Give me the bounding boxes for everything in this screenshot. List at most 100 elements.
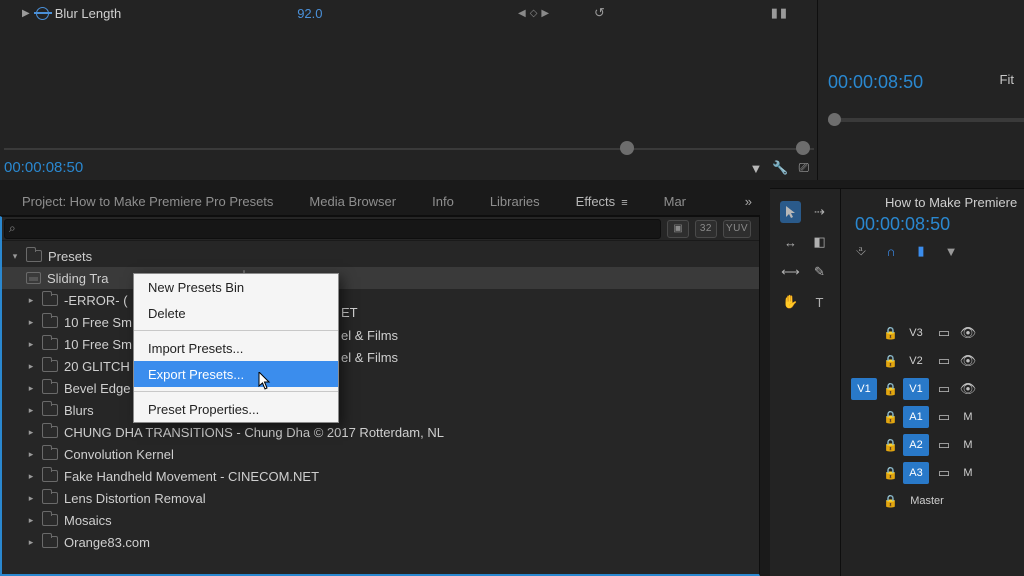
track-a2[interactable]: 🔒A2▭M: [841, 431, 1024, 459]
toggle-output-icon[interactable]: ▭: [935, 381, 953, 397]
tab-project[interactable]: Project: How to Make Premiere Pro Preset…: [4, 188, 291, 216]
insert-mode-icon[interactable]: ⎀: [853, 243, 869, 259]
tab-libraries[interactable]: Libraries: [472, 188, 558, 216]
twirl-down-icon[interactable]: ▾: [10, 251, 20, 262]
mute-button[interactable]: M: [959, 439, 977, 451]
lock-icon[interactable]: 🔒: [883, 410, 897, 424]
peek-text: el & Films: [341, 350, 398, 365]
track-a3[interactable]: 🔒A3▭M: [841, 459, 1024, 487]
snap-icon[interactable]: ⎚: [799, 160, 809, 176]
twirl-right-icon[interactable]: ▸: [26, 383, 36, 394]
mute-button[interactable]: M: [959, 411, 977, 423]
twirl-right-icon[interactable]: ▸: [26, 405, 36, 416]
toggle-output-icon[interactable]: ▭: [935, 437, 953, 453]
property-value[interactable]: 92.0: [297, 6, 322, 21]
tabs-overflow-icon[interactable]: »: [737, 194, 760, 209]
tab-info[interactable]: Info: [414, 188, 472, 216]
twirl-right-icon[interactable]: ▸: [26, 361, 36, 372]
tree-row-selected[interactable]: Sliding Tra: [2, 267, 759, 289]
accel-filter-icon[interactable]: ▣: [667, 220, 689, 238]
tree-row[interactable]: ▸-ERROR- (: [2, 289, 759, 311]
yuv-filter[interactable]: YUV: [723, 220, 751, 238]
track-master[interactable]: 🔒Master: [841, 487, 1024, 515]
timeline-slider[interactable]: [0, 140, 818, 156]
hand-tool[interactable]: ✋: [780, 291, 801, 313]
program-slider[interactable]: [828, 118, 1024, 122]
tree-row[interactable]: ▸CHUNG DHA TRANSITIONS - Chung Dha © 201…: [2, 421, 759, 443]
twirl-right-icon[interactable]: ▸: [26, 471, 36, 482]
snap-icon[interactable]: ∩: [883, 243, 899, 259]
menu-delete[interactable]: Delete: [134, 300, 338, 326]
twirl-right-icon[interactable]: ▸: [26, 295, 36, 306]
out-marker-icon[interactable]: ▮: [780, 5, 787, 21]
tree-row-presets[interactable]: ▾ Presets: [2, 245, 759, 267]
zoom-fit[interactable]: Fit: [1000, 72, 1014, 87]
track-select-tool[interactable]: ⇢: [809, 201, 830, 223]
tab-effects[interactable]: Effects≡: [558, 188, 646, 216]
add-keyframe-icon[interactable]: ◇: [530, 8, 538, 19]
in-marker-icon[interactable]: ▮: [771, 5, 778, 21]
slip-tool[interactable]: ⟷: [780, 261, 801, 283]
marker-icon[interactable]: ▼: [943, 243, 959, 259]
eye-icon[interactable]: 👁: [959, 325, 977, 341]
menu-import-presets[interactable]: Import Presets...: [134, 335, 338, 361]
funnel-icon[interactable]: ▼: [750, 161, 763, 176]
lock-icon[interactable]: 🔒: [883, 438, 897, 452]
tree-row[interactable]: ▸Mosaics: [2, 509, 759, 531]
menu-export-presets[interactable]: Export Presets...: [134, 361, 338, 387]
wrench-icon[interactable]: 🔧: [772, 160, 788, 176]
tree-row[interactable]: ▸Blurs: [2, 399, 759, 421]
hamburger-icon[interactable]: ≡: [621, 189, 627, 217]
source-patch-v1[interactable]: V1: [851, 378, 877, 400]
tree-row[interactable]: ▸Fake Handheld Movement - CINECOM.NET: [2, 465, 759, 487]
razor-tool[interactable]: ◧: [809, 231, 830, 253]
lock-icon[interactable]: 🔒: [883, 354, 897, 368]
toggle-output-icon[interactable]: ▭: [935, 465, 953, 481]
linked-selection-icon[interactable]: ▮: [913, 243, 929, 259]
eye-icon[interactable]: 👁: [959, 381, 977, 397]
mute-button[interactable]: M: [959, 467, 977, 479]
track-v2[interactable]: 🔒V2▭👁: [841, 347, 1024, 375]
prev-keyframe-icon[interactable]: ◀: [518, 8, 526, 19]
lock-icon[interactable]: 🔒: [883, 494, 897, 508]
selection-tool[interactable]: [780, 201, 801, 223]
program-timecode[interactable]: 00:00:08:50: [828, 72, 923, 93]
twirl-right-icon[interactable]: ▸: [26, 515, 36, 526]
twirl-right-icon[interactable]: ▸: [26, 427, 36, 438]
track-v1[interactable]: V1🔒V1▭👁: [841, 375, 1024, 403]
disclosure-caret-icon[interactable]: ▶: [22, 8, 30, 19]
tab-markers[interactable]: Mar: [646, 188, 704, 216]
stopwatch-icon[interactable]: [36, 7, 49, 20]
type-tool[interactable]: T: [809, 291, 830, 313]
menu-preset-properties[interactable]: Preset Properties...: [134, 396, 338, 422]
eye-icon[interactable]: 👁: [959, 353, 977, 369]
twirl-right-icon[interactable]: ▸: [26, 493, 36, 504]
ripple-edit-tool[interactable]: ↔: [780, 231, 801, 253]
next-keyframe-icon[interactable]: ▶: [541, 8, 549, 19]
toggle-output-icon[interactable]: ▭: [935, 325, 953, 341]
lock-icon[interactable]: 🔒: [883, 382, 897, 396]
timeline-timecode[interactable]: 00:00:08:50: [841, 210, 1024, 235]
tree-row[interactable]: ▸Bevel Edge: [2, 377, 759, 399]
toggle-output-icon[interactable]: ▭: [935, 353, 953, 369]
menu-separator: [134, 391, 338, 392]
track-v3[interactable]: 🔒V3▭👁: [841, 319, 1024, 347]
timecode[interactable]: 00:00:08:50: [4, 159, 83, 176]
lock-icon[interactable]: 🔒: [883, 326, 897, 340]
tree-row[interactable]: ▸Orange83.com: [2, 531, 759, 553]
reset-icon[interactable]: ↺: [594, 5, 605, 21]
track-a1[interactable]: 🔒A1▭M: [841, 403, 1024, 431]
32bit-filter[interactable]: 32: [695, 220, 717, 238]
lock-icon[interactable]: 🔒: [883, 466, 897, 480]
twirl-right-icon[interactable]: ▸: [26, 449, 36, 460]
twirl-right-icon[interactable]: ▸: [26, 537, 36, 548]
toggle-output-icon[interactable]: ▭: [935, 409, 953, 425]
pen-tool[interactable]: ✎: [809, 261, 830, 283]
menu-new-presets-bin[interactable]: New Presets Bin: [134, 274, 338, 300]
search-input[interactable]: ⌕: [4, 219, 661, 239]
tab-media-browser[interactable]: Media Browser: [291, 188, 414, 216]
twirl-right-icon[interactable]: ▸: [26, 317, 36, 328]
twirl-right-icon[interactable]: ▸: [26, 339, 36, 350]
tree-row[interactable]: ▸Convolution Kernel: [2, 443, 759, 465]
tree-row[interactable]: ▸Lens Distortion Removal: [2, 487, 759, 509]
